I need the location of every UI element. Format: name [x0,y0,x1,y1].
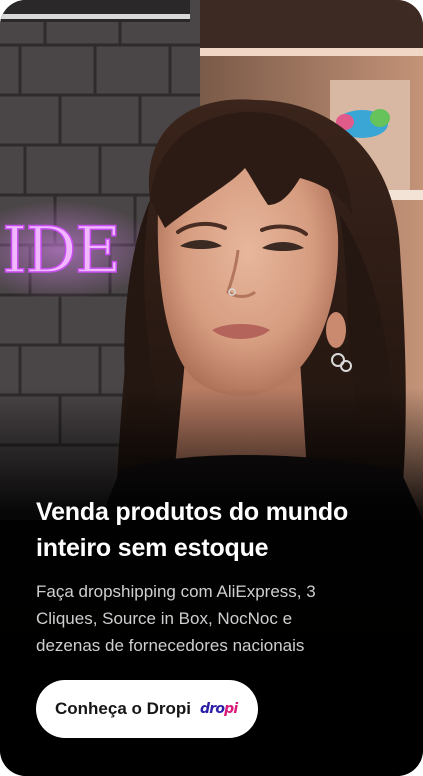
description-line-1: Faça dropshipping com AliExpress, 3 [36,582,316,601]
headline-line-2: inteiro sem estoque [36,534,269,562]
logo-text-part1: dro [200,701,225,717]
dropi-logo-icon: dropi [200,701,238,717]
promo-text: Venda produtos do mundo inteiro sem esto… [36,494,393,659]
promo-headline: Venda produtos do mundo inteiro sem esto… [36,494,393,566]
description-line-3: dezenas de fornecedores nacionais [36,636,305,655]
description-line-2: Cliques, Source in Box, NocNoc e [36,609,293,628]
cta-label: Conheça o Dropi [55,699,192,718]
promo-card[interactable]: IDE Venda produtos do mundo [0,0,423,776]
logo-text-part2: pi [224,701,238,717]
hero-photo: IDE [0,0,423,776]
promo-description: Faça dropshipping com AliExpress, 3 Cliq… [36,578,393,659]
headline-line-1: Venda produtos do mundo [36,498,349,526]
meet-dropi-button[interactable]: Conheça o Dropi dropi [36,680,258,738]
